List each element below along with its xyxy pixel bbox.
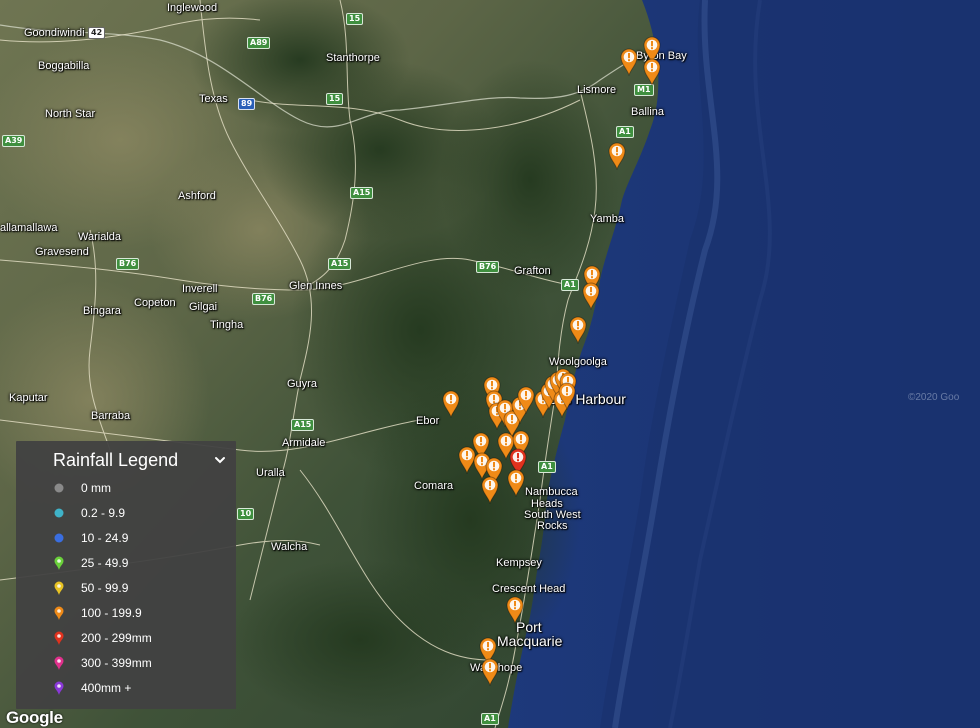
rainfall-marker[interactable]	[608, 142, 626, 170]
road-shield: 10	[237, 508, 255, 520]
place-label: Boggabilla	[38, 60, 90, 72]
legend-item: 400mm +	[52, 679, 232, 697]
road-shield: 15	[326, 93, 344, 105]
legend-label: 0 mm	[81, 481, 111, 495]
place-label: Stanthorpe	[326, 52, 380, 64]
google-logo: Google	[6, 708, 63, 727]
legend-label: 100 - 199.9	[81, 606, 142, 620]
dot-icon	[52, 481, 66, 495]
road-shield: B76	[476, 261, 500, 273]
marker-icon	[52, 581, 66, 595]
rainfall-marker[interactable]	[481, 476, 499, 504]
legend-label: 25 - 49.9	[81, 556, 129, 570]
road-shield: A1	[538, 461, 556, 473]
legend-item: 0 mm	[52, 479, 232, 497]
place-label: North Star	[45, 108, 96, 120]
terrain	[230, 560, 490, 720]
rainfall-marker[interactable]	[558, 382, 576, 410]
rainfall-marker[interactable]	[517, 386, 535, 414]
rainfall-marker[interactable]	[643, 58, 661, 86]
place-label: Ashford	[178, 190, 216, 202]
marker-icon	[52, 631, 66, 645]
place-label: Armidale	[282, 437, 326, 449]
road-shield: A15	[350, 187, 374, 199]
road-shield: A1	[561, 279, 579, 291]
marker-icon	[52, 681, 66, 695]
rainfall-marker[interactable]	[569, 316, 587, 344]
legend-label: 200 - 299mm	[81, 631, 152, 645]
place-label: Inverell	[182, 283, 218, 295]
road-shield: B76	[252, 293, 276, 305]
place-label: Guyra	[287, 378, 317, 390]
rainfall-legend: Rainfall Legend 0 mm 0.2 - 9.9 10 - 24.9 25…	[16, 441, 236, 709]
place-label: Ebor	[416, 415, 440, 427]
legend-item: 50 - 99.9	[52, 579, 232, 597]
rainfall-marker[interactable]	[442, 390, 460, 418]
road-shield: A1	[616, 126, 634, 138]
place-label: Lismore	[577, 84, 617, 96]
legend-item: 100 - 199.9	[52, 604, 232, 622]
place-label: Warialda	[78, 231, 121, 243]
legend-label: 0.2 - 9.9	[81, 506, 126, 520]
dot-icon	[52, 506, 66, 520]
road-shield: A89	[247, 37, 271, 49]
rainfall-marker[interactable]	[582, 282, 600, 310]
place-label: Comara	[414, 480, 454, 492]
legend-label: 300 - 399mm	[81, 656, 152, 670]
legend-header[interactable]: Rainfall Legend	[16, 441, 236, 481]
place-label: Glen Innes	[289, 280, 343, 292]
legend-title: Rainfall Legend	[53, 450, 179, 470]
place-label: Rocks	[537, 520, 568, 532]
legend-item: 300 - 399mm	[52, 654, 232, 672]
road-shield: A1	[481, 713, 499, 725]
legend-item: 0.2 - 9.9	[52, 504, 232, 522]
road-shield: A15	[291, 419, 315, 431]
chevron-down-icon[interactable]	[213, 453, 227, 467]
place-label: Bingara	[83, 305, 121, 317]
place-label: Ballina	[631, 106, 665, 118]
place-label: Copeton	[134, 297, 176, 309]
dot-icon	[52, 531, 66, 545]
place-label: Grafton	[514, 265, 551, 277]
place-label: Macquarie	[497, 633, 563, 649]
road-shield: 89	[238, 98, 256, 110]
place-label: Kempsey	[496, 557, 542, 569]
marker-icon	[52, 606, 66, 620]
place-label: Kaputar	[9, 392, 48, 404]
legend-item: 200 - 299mm	[52, 629, 232, 647]
marker-icon	[52, 656, 66, 670]
road-shield: A39	[2, 135, 26, 147]
place-label: Gravesend	[35, 246, 89, 258]
place-label: Yamba	[590, 213, 625, 225]
road-shield: A15	[328, 258, 352, 270]
place-label: Gilgai	[189, 301, 218, 313]
rainfall-marker[interactable]	[506, 596, 524, 624]
legend-item: 10 - 24.9	[52, 529, 232, 547]
legend-label: 10 - 24.9	[81, 531, 129, 545]
place-label: Uralla	[256, 467, 285, 479]
legend-item: 25 - 49.9	[52, 554, 232, 572]
road-shield: 42	[88, 27, 106, 39]
place-label: Tingha	[210, 319, 244, 331]
place-label: Goondiwindi	[24, 27, 85, 39]
place-label: allamallawa	[0, 222, 58, 234]
rainfall-marker[interactable]	[481, 658, 499, 686]
road-shield: B76	[116, 258, 140, 270]
rainfall-marker[interactable]	[507, 469, 525, 497]
map-copyright: ©2020 Goo	[908, 392, 960, 403]
place-label: Crescent Head	[492, 583, 566, 595]
legend-label: 400mm +	[81, 681, 132, 695]
rainfall-marker[interactable]	[620, 48, 638, 76]
place-label: Barraba	[91, 410, 131, 422]
marker-icon	[52, 556, 66, 570]
place-label: Texas	[199, 93, 228, 105]
place-label: Inglewood	[167, 2, 218, 14]
legend-label: 50 - 99.9	[81, 581, 129, 595]
road-shield: 15	[346, 13, 364, 25]
place-label: Walcha	[271, 541, 308, 553]
